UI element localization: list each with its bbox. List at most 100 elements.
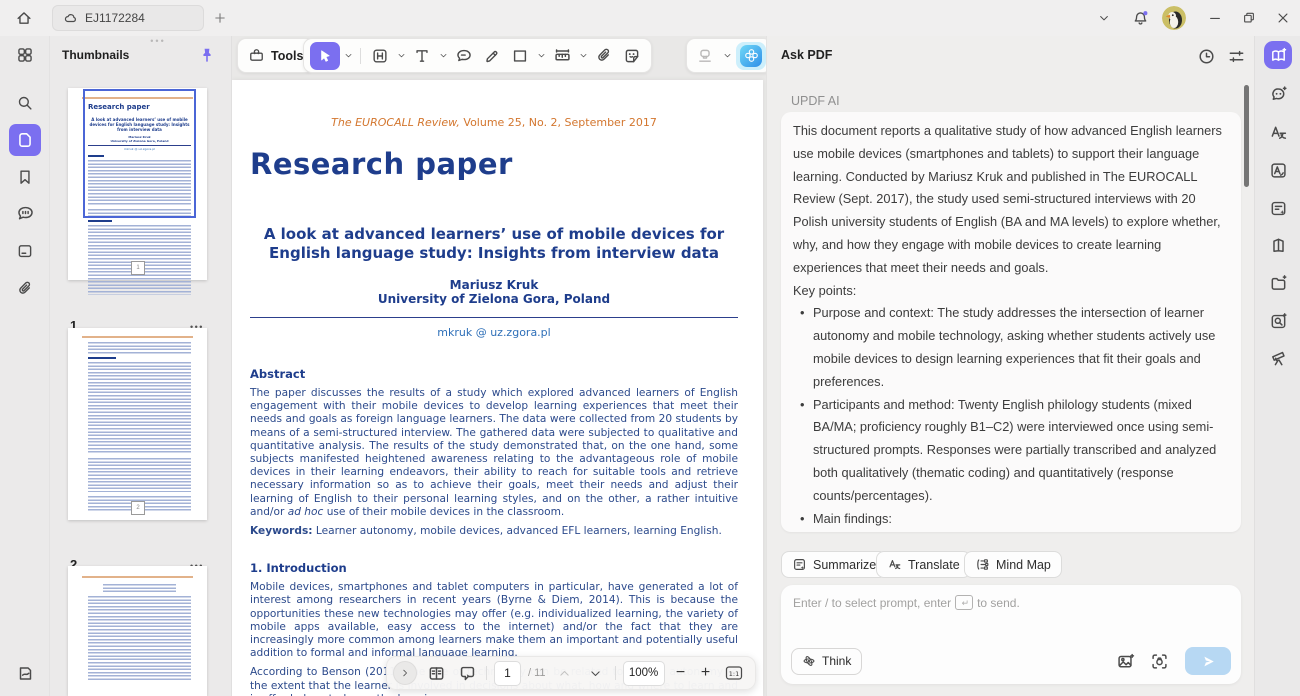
restore-button[interactable] [1234, 4, 1264, 32]
pdf-page[interactable]: The EUROCALL Review, Volume 25, No. 2, S… [232, 80, 763, 696]
enter-key-icon [955, 595, 973, 610]
boxed-h-icon [371, 47, 389, 65]
shape-tool-button[interactable] [507, 43, 533, 69]
measure-tool-chevron[interactable] [577, 43, 589, 69]
fit-ratio-button[interactable]: 1:1 [722, 661, 746, 685]
attach-tool-button[interactable] [591, 43, 617, 69]
image-icon [1116, 652, 1135, 671]
bookmarks-button[interactable] [12, 164, 38, 190]
panel-scrollbar[interactable] [1244, 85, 1249, 187]
panel-title: Ask PDF [781, 48, 832, 62]
translate-icon [887, 557, 902, 572]
cloud-icon [63, 11, 78, 26]
annotation-mode-button[interactable] [455, 661, 479, 685]
zoom-level[interactable]: 100% [623, 661, 665, 686]
prompt-placeholder: Enter / to select prompt, enter to send. [793, 595, 1229, 610]
settings-button[interactable] [1225, 45, 1247, 67]
page-number-input[interactable]: 1 [494, 661, 521, 686]
updf-ai-label: UPDF AI [791, 94, 840, 108]
explore-button[interactable] [1264, 344, 1292, 372]
insert-image-button[interactable] [1113, 649, 1137, 673]
history-button[interactable] [1195, 45, 1217, 67]
close-button[interactable] [1268, 4, 1298, 32]
thumbnail-page-1[interactable]: Research paper A look at advanced learne… [68, 88, 207, 280]
two-page-view-icon [427, 664, 446, 683]
zoom-out-button[interactable]: − [672, 664, 690, 682]
author-divider [250, 317, 738, 318]
ai-search-button[interactable] [1264, 307, 1292, 335]
measure-tool-button[interactable] [549, 43, 575, 69]
comments-button[interactable] [12, 200, 38, 226]
cursor-icon [317, 48, 333, 64]
sticker-tool-button[interactable] [619, 43, 645, 69]
notifications-button[interactable] [1128, 6, 1152, 30]
prompt-input-card[interactable]: Enter / to select prompt, enter to send.… [781, 585, 1241, 684]
collapse-toolbar-button[interactable] [393, 661, 417, 685]
minimize-button[interactable] [1200, 4, 1230, 32]
pin-icon [199, 47, 215, 63]
text-tool-chevron[interactable] [437, 43, 449, 69]
highlighter-tool-button[interactable] [479, 43, 505, 69]
ai-chat-button[interactable] [1264, 80, 1292, 108]
summarize-button[interactable]: Summarize [781, 551, 887, 578]
sign-button[interactable] [12, 660, 38, 686]
avatar[interactable] [1162, 6, 1186, 30]
new-tab-button[interactable] [210, 8, 230, 28]
thumbnail-page-2[interactable]: 2 [68, 328, 207, 520]
translate-button[interactable]: Translate [876, 551, 971, 578]
attachments-button[interactable] [12, 238, 38, 264]
ai-summary-paragraph: This document reports a qualitative stud… [793, 120, 1229, 280]
page-icon [16, 131, 34, 149]
key-points-label: Key points: [793, 280, 1229, 303]
document-tab[interactable]: EJ1172284 [52, 5, 204, 31]
text-tool-button[interactable] [409, 43, 435, 69]
previous-page-button[interactable] [553, 661, 577, 685]
home-button[interactable] [10, 5, 38, 31]
telescope-icon [1269, 349, 1288, 368]
paperclip-button[interactable] [12, 276, 38, 302]
paperclip-icon [595, 47, 613, 65]
pin-panel-button[interactable] [196, 44, 218, 66]
ai-assistant-button[interactable] [736, 42, 766, 70]
ai-notes-button[interactable] [1264, 194, 1292, 222]
think-toggle-button[interactable]: Think [791, 648, 862, 675]
shape-tool-chevron[interactable] [535, 43, 547, 69]
select-tool-button[interactable] [310, 42, 340, 70]
screenshot-button[interactable] [1147, 649, 1171, 673]
ai-files-button[interactable] [1264, 269, 1292, 297]
page-layout-button[interactable] [424, 661, 448, 685]
ai-read-button[interactable] [1264, 41, 1292, 69]
chevron-up-icon [558, 667, 571, 680]
comment-tool-button[interactable] [451, 43, 477, 69]
page-total-label: / 11 [528, 667, 546, 679]
text-icon [413, 47, 431, 65]
next-page-button[interactable] [584, 661, 608, 685]
mind-map-button[interactable]: Mind Map [964, 551, 1062, 578]
thumbnails-panel-button[interactable] [9, 124, 41, 156]
search-button[interactable] [12, 90, 38, 116]
journal-line: The EUROCALL Review, Volume 25, No. 2, S… [250, 116, 738, 129]
clock-icon [1197, 47, 1216, 66]
bookmark-icon [16, 168, 34, 186]
zoom-in-button[interactable]: + [697, 664, 715, 682]
panel-grid-button[interactable] [12, 42, 38, 68]
heading-tool-chevron[interactable] [395, 43, 407, 69]
select-tool-chevron[interactable] [342, 43, 354, 69]
chat-sparkle-icon [1269, 85, 1288, 104]
minimize-icon [1208, 11, 1222, 25]
thumbnail-page-3[interactable] [68, 566, 207, 696]
stamp-tool-chevron[interactable] [721, 43, 733, 69]
translate-word-button[interactable] [1264, 118, 1292, 146]
titlebar-chevron-button[interactable] [1092, 8, 1116, 28]
keywords-line: Keywords: Learner autonomy, mobile devic… [250, 525, 738, 538]
pages-view-button[interactable] [1264, 231, 1292, 259]
one-to-one-icon: 1:1 [724, 663, 744, 683]
signature-icon [16, 664, 35, 683]
author-email: mkruk @ uz.zgora.pl [250, 326, 738, 339]
panel-drag-handle[interactable]: ••• [128, 36, 188, 46]
translate-page-button[interactable] [1264, 156, 1292, 184]
send-button[interactable] [1185, 647, 1231, 675]
heading-tool-button[interactable] [367, 43, 393, 69]
stamp-tool-button[interactable] [692, 43, 718, 69]
visible-area-indicator[interactable] [83, 89, 196, 218]
